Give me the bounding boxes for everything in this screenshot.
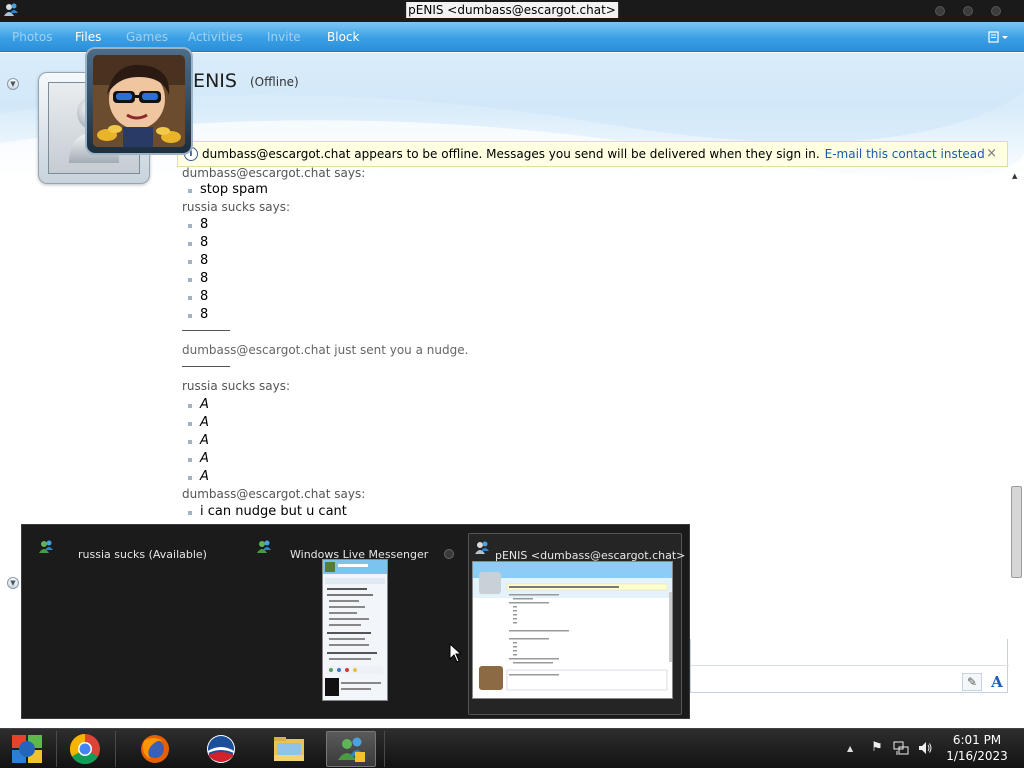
message-text: A [182,451,209,466]
russia-sucks-avatar-preview [85,47,193,155]
menu-activities[interactable]: Activities [188,30,243,44]
obama-campaign-icon[interactable] [196,731,246,767]
taskbar-separator [56,731,57,767]
nudge-notice: dumbass@escargot.chat just sent you a nu… [182,343,469,357]
taskbar-separator [384,731,385,767]
message-text: A [182,397,209,412]
title-bar: pENIS <dumbass@escargot.chat> [0,0,1024,22]
message-sender: dumbass@escargot.chat says: [182,487,366,501]
messenger-chat-icon [475,541,489,554]
thumbnail-russia-sucks[interactable]: russia sucks (Available) [28,533,234,715]
nudge-separator [182,330,230,331]
close-window-button[interactable] [991,6,1001,16]
message-text: 8 [182,253,208,268]
message-text: A [182,469,209,484]
message-text: 8 [182,307,208,322]
conversation-scrollbar-thumb[interactable] [1011,486,1022,578]
thumbnail-label: russia sucks (Available) [78,548,207,561]
show-hidden-icons-arrow[interactable]: ▲ [847,744,853,753]
action-center-flag-icon[interactable]: ⚑ [869,740,885,756]
offline-info-bar: i dumbass@escargot.chat appears to be of… [177,141,1008,167]
menu-block[interactable]: Block [327,30,359,44]
handwriting-pen-icon[interactable]: ✎ [962,673,982,691]
menu-invite[interactable]: Invite [267,30,301,44]
maximize-button[interactable] [963,6,973,16]
message-sender: russia sucks says: [182,379,291,393]
system-clock[interactable]: 6:01 PM 1/16/2023 [946,732,1008,764]
nudge-separator [182,366,230,367]
message-text: 8 [182,235,208,250]
collapse-avatar-button[interactable]: ▼ [7,577,19,589]
message-sender: russia sucks says: [182,200,291,214]
window-title: pENIS <dumbass@escargot.chat> [406,2,618,18]
network-icon[interactable] [893,740,909,756]
firefox-icon[interactable] [130,731,180,767]
contact-status: (Offline) [250,75,299,89]
start-orb-icon[interactable] [2,731,52,767]
email-contact-link[interactable]: E-mail this contact instead [825,147,985,161]
messenger-icon [39,540,53,553]
messenger-window-preview [322,559,388,701]
thumbnail-close-button[interactable] [444,549,454,559]
menu-options-icon[interactable] [988,30,1010,44]
menu-files[interactable]: Files [75,30,101,44]
message-text: A [182,415,209,430]
message-text: 8 [182,289,208,304]
taskbar-separator [115,731,116,767]
volume-icon[interactable] [917,740,933,756]
collapse-header-button[interactable]: ▼ [7,78,19,90]
message-text: i can nudge but u cant [182,504,347,519]
scroll-up-arrow-icon[interactable]: ▲ [1012,172,1017,180]
message-text: stop spam [182,182,268,197]
info-message: dumbass@escargot.chat appears to be offl… [202,147,820,161]
font-icon[interactable]: A [987,672,1007,692]
message-text: A [182,433,209,448]
close-infobar-icon[interactable]: × [986,146,997,161]
clock-date: 1/16/2023 [946,749,1008,763]
cartoon-avatar-image [93,55,185,147]
messenger-taskbar-button[interactable] [326,731,376,767]
chat-window-preview [472,561,673,699]
message-sender: dumbass@escargot.chat says: [182,166,366,180]
message-input-area[interactable] [690,639,1009,693]
clock-time: 6:01 PM [952,733,1002,747]
message-text: 8 [182,217,208,232]
minimize-button[interactable] [935,6,945,16]
input-divider [691,665,1009,666]
messenger-app-icon[interactable] [3,2,19,18]
messenger-icon [257,540,271,553]
file-explorer-icon[interactable] [264,731,314,767]
mouse-cursor-icon [449,643,461,663]
message-text: 8 [182,271,208,286]
chrome-icon[interactable] [60,731,110,767]
menu-games[interactable]: Games [126,30,168,44]
menu-photos[interactable]: Photos [12,30,52,44]
